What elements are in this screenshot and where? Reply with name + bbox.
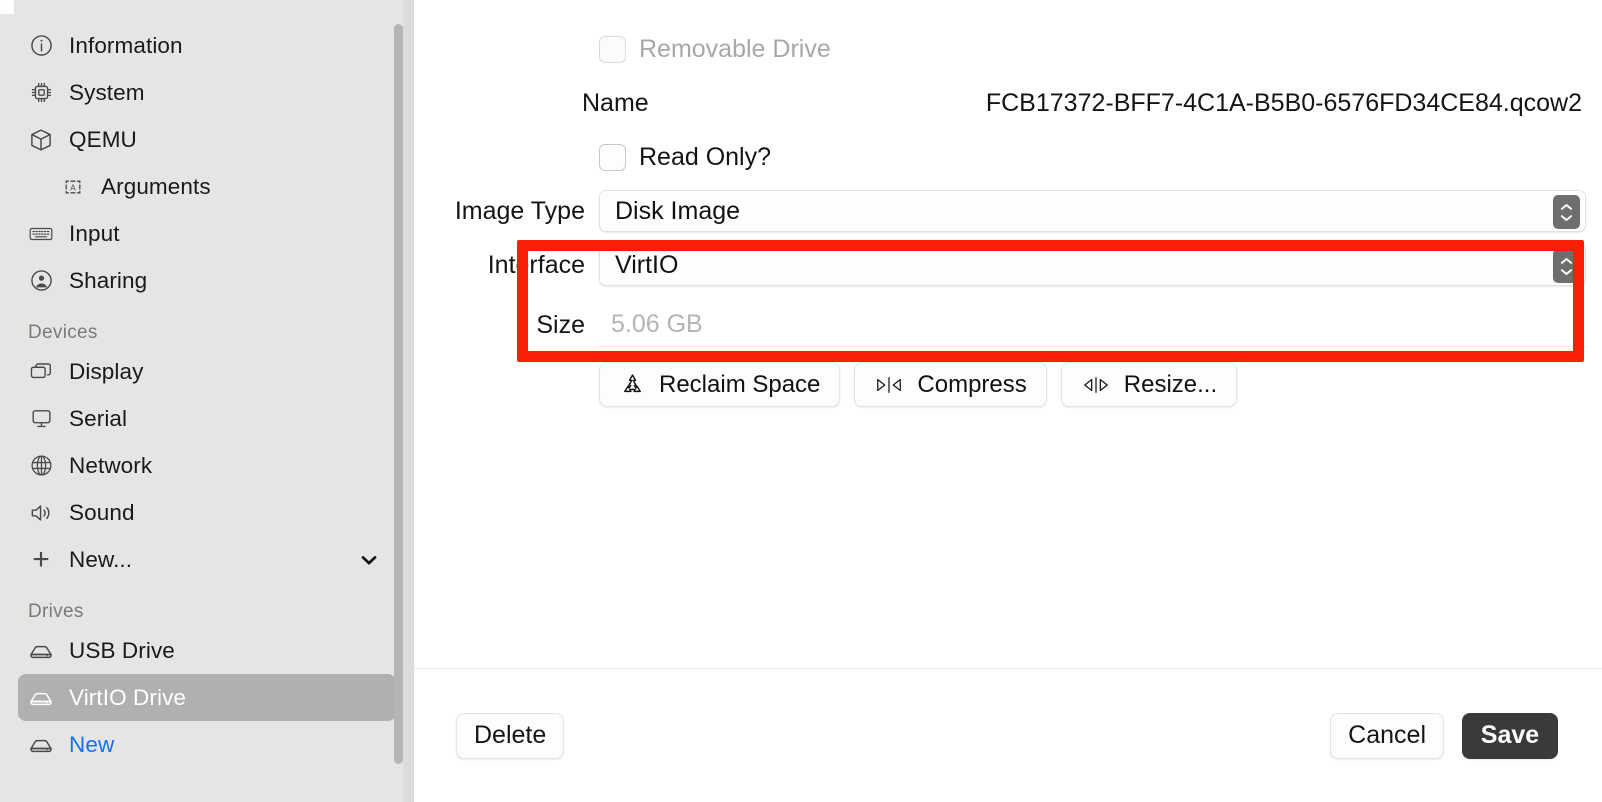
text-box-a-icon: A: [60, 174, 86, 200]
sidebar-item-virtio-drive[interactable]: VirtIO Drive: [18, 674, 396, 721]
interface-stepper[interactable]: [1553, 249, 1580, 283]
removable-drive-label: Removable Drive: [639, 34, 831, 63]
name-field: FCB17372-BFF7-4C1A-B5B0-6576FD34CE84.qco…: [767, 89, 1602, 118]
drive-icon: [28, 732, 54, 758]
name-value: FCB17372-BFF7-4C1A-B5B0-6576FD34CE84.qco…: [985, 88, 1582, 117]
image-type-select[interactable]: Disk Image: [599, 190, 1586, 232]
person-circle-icon: [28, 268, 54, 294]
cube-box-icon: [28, 127, 54, 153]
interface-label: Interface: [487, 250, 585, 279]
resize-label: Resize...: [1123, 370, 1218, 398]
image-type-label: Image Type: [454, 196, 585, 225]
cancel-button[interactable]: Cancel: [1330, 712, 1444, 759]
size-label: Size: [536, 310, 585, 339]
sidebar-list: Information System QEMU A Arguments Inpu…: [0, 0, 414, 768]
recycle-icon: [619, 371, 646, 398]
image-type-stepper[interactable]: [1553, 195, 1580, 229]
sidebar-item-label: Serial: [69, 405, 128, 431]
sidebar-item-label: USB Drive: [69, 637, 175, 663]
size-row: Size 5.06 GB: [414, 302, 1602, 348]
compress-label: Compress: [917, 370, 1027, 398]
speaker-sound-icon: [28, 500, 54, 526]
sidebar-item-system[interactable]: System: [18, 69, 396, 116]
drive-settings-panel: Removable Drive Name FCB17372-BFF7-4C1A-…: [414, 0, 1602, 802]
image-type-row: Image Type Disk Image: [414, 188, 1602, 234]
sidebar-item-label: System: [69, 79, 145, 105]
sidebar-section-devices: Devices: [28, 322, 98, 343]
read-only-field: Read Only?: [599, 143, 1602, 172]
expand-outward-icon: [1081, 373, 1111, 397]
footer-right-actions: Cancel Save: [1330, 712, 1558, 759]
sidebar-item-label: Sound: [69, 499, 135, 525]
removable-drive-checkbox-group[interactable]: Removable Drive: [599, 35, 831, 64]
drive-icon: [28, 638, 54, 664]
sidebar-scrollbar-thumb[interactable]: [394, 24, 403, 764]
interface-field: VirtIO: [599, 244, 1602, 286]
read-only-label: Read Only?: [639, 142, 772, 171]
sidebar-item-label: New: [69, 731, 115, 757]
keyboard-icon: [28, 221, 54, 247]
sidebar-item-network[interactable]: Network: [18, 442, 396, 489]
read-only-checkbox[interactable]: [599, 143, 626, 171]
compress-button[interactable]: Compress: [854, 362, 1047, 407]
qemu-vm-settings-window: Information System QEMU A Arguments Inpu…: [0, 0, 1602, 802]
removable-drive-row: Removable Drive: [414, 26, 1602, 72]
sidebar-item-label: Network: [69, 452, 153, 478]
resize-button[interactable]: Resize...: [1060, 362, 1238, 407]
cpu-chip-icon: [28, 80, 54, 106]
sidebar-item-serial[interactable]: Serial: [18, 395, 396, 442]
size-field-wrap: 5.06 GB: [599, 303, 1602, 347]
read-only-checkbox-group[interactable]: Read Only?: [599, 143, 771, 172]
sidebar-item-sound[interactable]: Sound: [18, 489, 396, 536]
name-label: Name: [582, 88, 649, 117]
svg-text:A: A: [70, 183, 76, 192]
reclaim-space-label: Reclaim Space: [659, 370, 821, 398]
image-type-value: Disk Image: [615, 196, 741, 225]
display-windows-icon: [28, 359, 54, 385]
sidebar-item-label: Information: [69, 32, 183, 58]
compress-inward-icon: [874, 373, 904, 397]
sidebar-item-label: Display: [69, 358, 144, 384]
globe-network-icon: [28, 453, 54, 479]
sidebar-item-new-device[interactable]: + New...: [18, 536, 396, 583]
settings-sidebar: Information System QEMU A Arguments Inpu…: [0, 0, 414, 802]
delete-button[interactable]: Delete: [456, 712, 565, 759]
save-button[interactable]: Save: [1462, 712, 1558, 759]
info-circle-icon: [28, 33, 54, 59]
sidebar-item-sharing[interactable]: Sharing: [18, 257, 396, 304]
size-input[interactable]: 5.06 GB: [599, 303, 1586, 347]
name-row: Name FCB17372-BFF7-4C1A-B5B0-6576FD34CE8…: [414, 80, 1602, 126]
settings-form: Removable Drive Name FCB17372-BFF7-4C1A-…: [414, 0, 1602, 668]
sidebar-item-arguments[interactable]: A Arguments: [18, 163, 396, 210]
sidebar-item-qemu[interactable]: QEMU: [18, 116, 396, 163]
drive-icon: [28, 685, 54, 711]
sidebar-item-information[interactable]: Information: [18, 22, 396, 69]
plus-icon: +: [32, 542, 50, 576]
disk-action-buttons: Reclaim Space Compress Resize...: [599, 348, 1602, 407]
sidebar-section-drives: Drives: [28, 601, 84, 622]
interface-row: Interface VirtIO: [414, 242, 1602, 288]
dialog-footer: Delete Cancel Save: [414, 668, 1602, 802]
removable-drive-field: Removable Drive: [599, 35, 1602, 64]
sidebar-item-label: QEMU: [69, 126, 137, 152]
chevron-down-icon[interactable]: [358, 549, 386, 571]
sidebar-item-label: Input: [69, 220, 120, 246]
image-type-field: Disk Image: [599, 190, 1602, 232]
interface-select[interactable]: VirtIO: [599, 244, 1586, 286]
sidebar-item-new-drive[interactable]: New: [18, 721, 396, 768]
size-placeholder: 5.06 GB: [611, 310, 703, 338]
interface-value: VirtIO: [615, 250, 679, 279]
sidebar-item-label: VirtIO Drive: [69, 684, 187, 710]
sidebar-item-label: Sharing: [69, 267, 148, 293]
monitor-serial-icon: [28, 406, 54, 432]
removable-drive-checkbox[interactable]: [599, 35, 626, 63]
sidebar-item-input[interactable]: Input: [18, 210, 396, 257]
sidebar-item-label: Arguments: [101, 173, 211, 199]
sidebar-item-display[interactable]: Display: [18, 348, 396, 395]
sidebar-item-usb-drive[interactable]: USB Drive: [18, 627, 396, 674]
sidebar-item-label: New...: [69, 546, 133, 572]
read-only-row: Read Only?: [414, 134, 1602, 180]
reclaim-space-button[interactable]: Reclaim Space: [599, 362, 841, 407]
